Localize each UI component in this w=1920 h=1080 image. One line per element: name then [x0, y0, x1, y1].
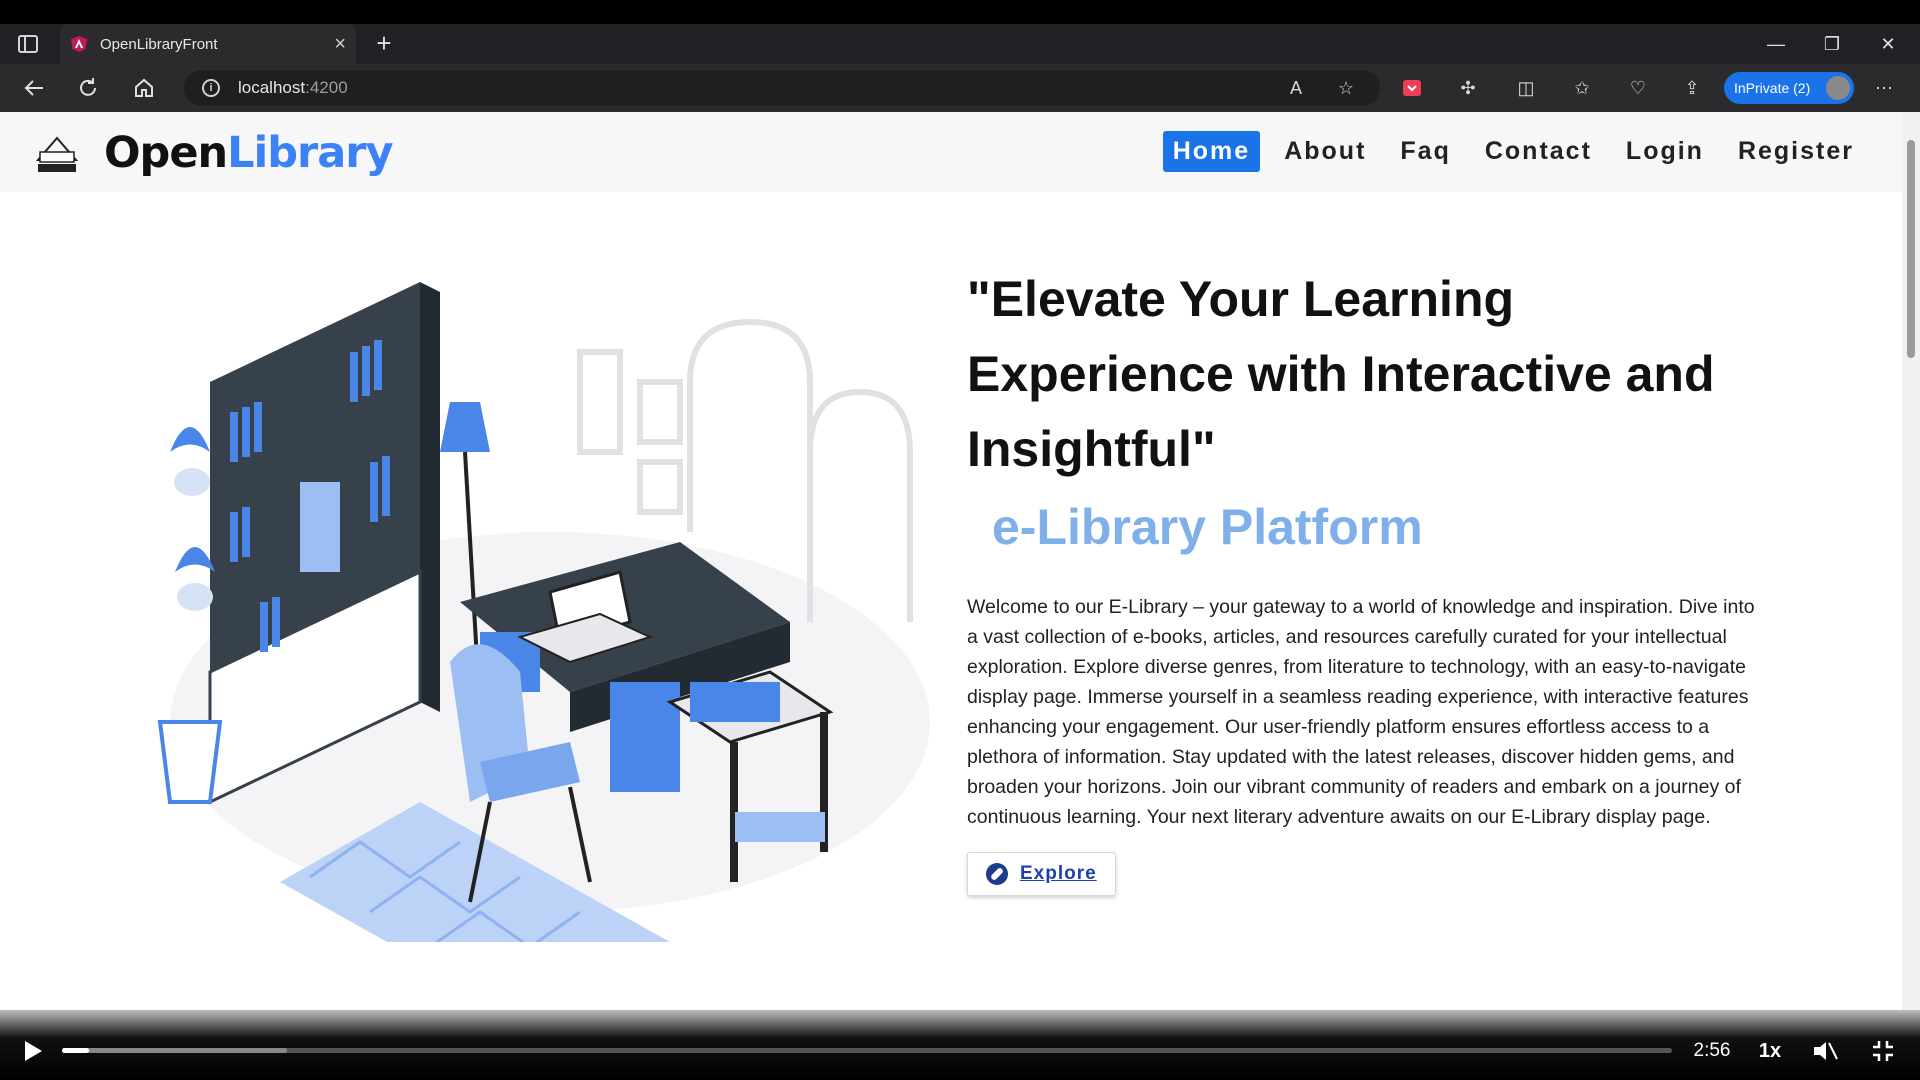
nav-login[interactable]: Login	[1616, 131, 1714, 172]
url-host: localhost	[238, 78, 306, 97]
explore-button[interactable]: Explore	[967, 852, 1116, 896]
nav-contact[interactable]: Contact	[1475, 131, 1602, 172]
close-tab-icon[interactable]: ×	[334, 33, 346, 56]
read-aloud-icon[interactable]: A	[1284, 76, 1308, 100]
tab-title: OpenLibraryFront	[100, 35, 218, 53]
pocket-extension-icon[interactable]	[1400, 76, 1424, 100]
web-page: OpenLibrary Home About Faq Contact Login…	[0, 112, 1902, 1010]
hero-headline: "Elevate Your Learning Experience with I…	[967, 271, 1715, 477]
brand-part-library: Library	[227, 128, 393, 178]
browser-toolbar: i localhost:4200 A ☆ ✣ ◫ ✩ ♡ ⇪ InPrivate…	[0, 64, 1920, 112]
more-menu-icon[interactable]: ⋯	[1872, 76, 1896, 100]
browser-tab[interactable]: OpenLibraryFront ×	[60, 24, 356, 64]
browser-essentials-icon[interactable]: ♡	[1626, 76, 1650, 100]
explore-label: Explore	[1020, 863, 1097, 884]
favorites-icon[interactable]: ✩	[1570, 76, 1594, 100]
video-progress-fill	[62, 1048, 90, 1053]
video-buffer	[62, 1048, 288, 1053]
extensions-icon[interactable]: ✣	[1456, 76, 1480, 100]
url-port: :4200	[305, 78, 348, 97]
site-navbar: OpenLibrary Home About Faq Contact Login…	[0, 112, 1902, 192]
angular-favicon-icon	[71, 36, 87, 52]
brand-part-open: Open	[104, 128, 228, 178]
close-window-icon[interactable]: ✕	[1860, 24, 1916, 64]
playback-speed[interactable]: 1x	[1752, 1036, 1788, 1066]
brand-wordmark[interactable]: OpenLibrary	[104, 128, 394, 178]
nav-links: Home About Faq Contact Login Register	[1149, 131, 1864, 172]
video-progress-bar[interactable]	[62, 1048, 1672, 1053]
hero-text-section: "Elevate Your Learning Experience with I…	[967, 262, 1767, 896]
nav-faq[interactable]: Faq	[1390, 131, 1460, 172]
play-icon[interactable]	[18, 1036, 48, 1066]
reload-icon[interactable]	[72, 72, 104, 104]
scrollbar-thumb[interactable]	[1907, 140, 1915, 358]
minimize-icon[interactable]: —	[1748, 24, 1804, 64]
favorite-star-icon[interactable]: ☆	[1334, 76, 1358, 100]
hero-subheadline: e-Library Platform	[992, 499, 1423, 555]
hero-description: Welcome to our E-Library – your gateway …	[967, 596, 1755, 828]
video-time: 2:56	[1693, 1040, 1731, 1061]
video-frame: OpenLibraryFront × + — ❐ ✕ i localhost:4…	[0, 0, 1920, 1080]
openlibrary-logo-icon[interactable]	[34, 134, 80, 176]
nav-home[interactable]: Home	[1162, 131, 1261, 172]
share-icon[interactable]: ⇪	[1680, 76, 1704, 100]
profile-avatar[interactable]	[1826, 76, 1850, 100]
site-info-icon[interactable]: i	[202, 79, 220, 97]
new-tab-icon[interactable]: +	[368, 28, 400, 60]
exit-fullscreen-icon[interactable]	[1868, 1036, 1898, 1066]
mute-icon[interactable]	[1810, 1036, 1840, 1066]
split-screen-icon[interactable]: ◫	[1514, 76, 1538, 100]
video-controls: 2:56 1x	[0, 1010, 1920, 1080]
inprivate-badge[interactable]: InPrivate (2)	[1724, 72, 1854, 104]
address-bar[interactable]: i localhost:4200	[184, 70, 1380, 106]
library-room-illustration	[157, 282, 930, 942]
page-scrollbar[interactable]	[1902, 112, 1920, 1010]
nav-register[interactable]: Register	[1728, 131, 1864, 172]
home-icon[interactable]	[128, 72, 160, 104]
sidebar-toggle-icon[interactable]	[18, 35, 38, 53]
compass-icon	[986, 863, 1008, 885]
inprivate-label: InPrivate (2)	[1734, 80, 1811, 96]
browser-tab-bar: OpenLibraryFront × + — ❐ ✕	[0, 24, 1920, 64]
back-icon[interactable]	[18, 72, 50, 104]
nav-about[interactable]: About	[1274, 131, 1376, 172]
restore-icon[interactable]: ❐	[1804, 24, 1860, 64]
